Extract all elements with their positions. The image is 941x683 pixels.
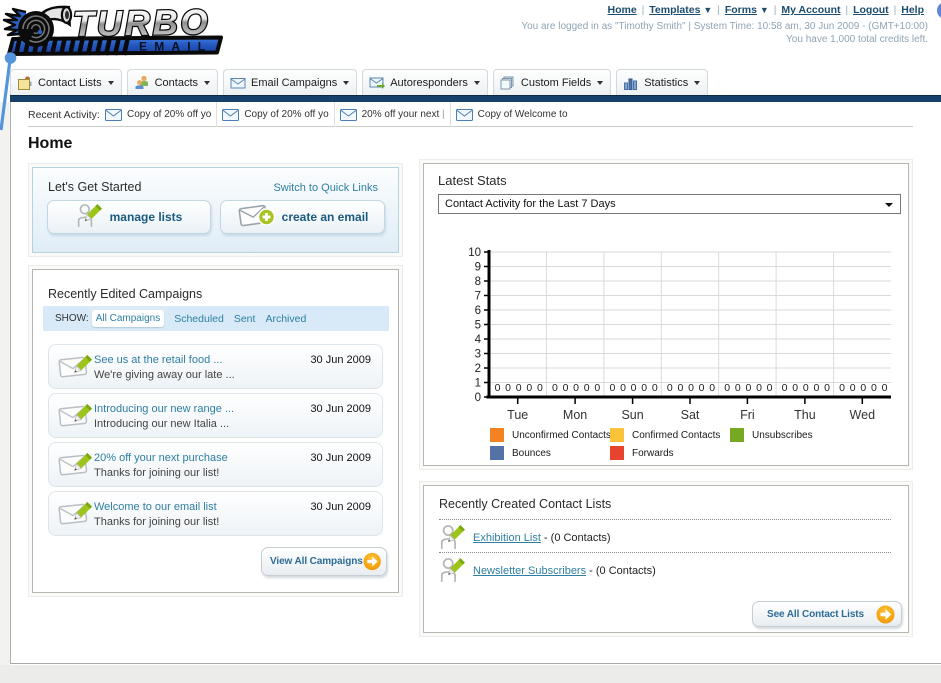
svg-text:0: 0: [850, 382, 856, 394]
svg-text:0: 0: [767, 382, 773, 394]
svg-text:0: 0: [505, 382, 511, 394]
svg-text:0: 0: [860, 382, 866, 394]
svg-text:0: 0: [677, 382, 683, 394]
svg-text:0: 0: [552, 382, 558, 394]
svg-text:0: 0: [584, 382, 590, 394]
svg-text:Fri: Fri: [740, 408, 755, 422]
svg-text:0: 0: [724, 382, 730, 394]
svg-text:0: 0: [839, 382, 845, 394]
svg-text:Thu: Thu: [794, 408, 816, 422]
svg-text:0: 0: [756, 382, 762, 394]
svg-text:0: 0: [516, 382, 522, 394]
svg-text:9: 9: [475, 262, 481, 274]
svg-text:0: 0: [475, 392, 481, 404]
svg-text:0: 0: [641, 382, 647, 394]
svg-text:Sun: Sun: [621, 408, 643, 422]
svg-text:7: 7: [475, 291, 481, 303]
svg-text:Wed: Wed: [850, 408, 876, 422]
svg-text:0: 0: [563, 382, 569, 394]
svg-text:10: 10: [468, 247, 481, 259]
svg-text:Sat: Sat: [681, 408, 700, 422]
svg-text:0: 0: [688, 382, 694, 394]
svg-text:0: 0: [526, 382, 532, 394]
svg-text:0: 0: [631, 382, 637, 394]
svg-text:0: 0: [709, 382, 715, 394]
svg-text:1: 1: [475, 378, 481, 390]
svg-text:4: 4: [475, 334, 482, 346]
svg-text:8: 8: [475, 276, 481, 288]
svg-text:0: 0: [792, 382, 798, 394]
svg-text:3: 3: [475, 349, 481, 361]
svg-text:0: 0: [594, 382, 600, 394]
svg-text:Mon: Mon: [563, 408, 587, 422]
svg-text:6: 6: [475, 305, 481, 317]
svg-text:0: 0: [871, 382, 877, 394]
svg-text:TURBO: TURBO: [72, 3, 210, 44]
svg-text:5: 5: [475, 320, 481, 332]
svg-text:0: 0: [573, 382, 579, 394]
svg-text:2: 2: [475, 363, 481, 375]
svg-text:0: 0: [803, 382, 809, 394]
svg-text:0: 0: [882, 382, 888, 394]
svg-text:Tue: Tue: [507, 408, 528, 422]
svg-text:0: 0: [699, 382, 705, 394]
svg-text:0: 0: [813, 382, 819, 394]
svg-text:0: 0: [782, 382, 788, 394]
svg-text:0: 0: [735, 382, 741, 394]
svg-text:0: 0: [667, 382, 673, 394]
svg-text:0: 0: [537, 382, 543, 394]
svg-text:0: 0: [824, 382, 830, 394]
svg-text:0: 0: [745, 382, 751, 394]
svg-text:0: 0: [609, 382, 615, 394]
svg-text:0: 0: [495, 382, 501, 394]
svg-text:0: 0: [652, 382, 658, 394]
svg-text:0: 0: [620, 382, 626, 394]
